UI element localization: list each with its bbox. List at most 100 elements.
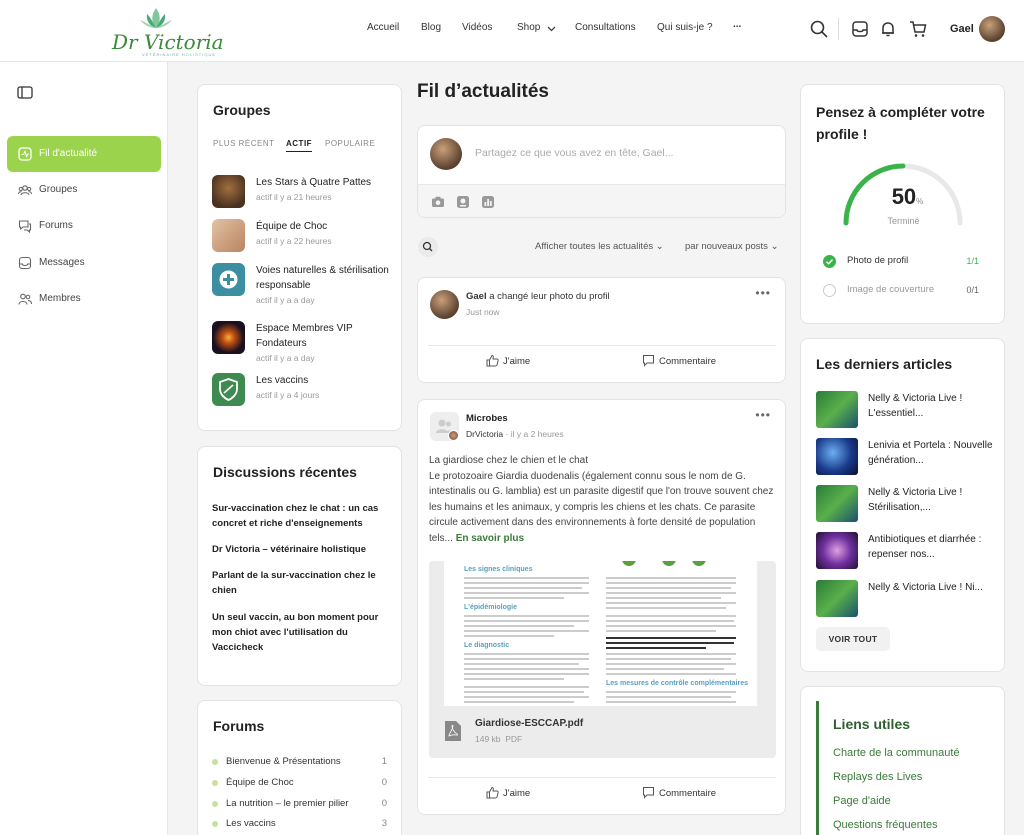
article-title[interactable]: Nelly & Victoria Live ! Ni... <box>868 580 998 595</box>
view-all-button[interactable]: VOIR TOUT <box>816 627 890 651</box>
forum-name[interactable]: Équipe de Choc <box>226 777 364 788</box>
comment-icon <box>643 787 654 799</box>
step-label[interactable]: Photo de profil <box>847 255 908 266</box>
tab-plus-recent[interactable]: PLUS RÉCENT <box>213 139 275 148</box>
sidebar-toggle-icon[interactable] <box>17 86 33 99</box>
chevron-down-icon: ⌄ <box>770 241 779 252</box>
sidebar-item-groupes[interactable]: Groupes <box>7 172 161 208</box>
camera-icon[interactable] <box>431 196 445 208</box>
comment-label: Commentaire <box>659 356 717 367</box>
post-action: a changé leur photo du profil <box>489 291 610 302</box>
post-author[interactable]: DrVictoria <box>466 429 503 439</box>
nav-more[interactable]: ... <box>733 19 741 30</box>
link-charte[interactable]: Charte de la communauté <box>833 747 960 759</box>
article-title[interactable]: Antibiotiques et diarrhée : repenser nos… <box>868 532 998 562</box>
filter-sort-select[interactable]: par nouveaux posts ⌄ <box>685 241 779 252</box>
composer-input[interactable]: Partagez ce que vous avez en tête, Gael.… <box>475 147 673 159</box>
tab-actif[interactable]: ACTIF <box>286 139 313 152</box>
link-replays[interactable]: Replays des Lives <box>833 771 922 783</box>
group-name[interactable]: Les Stars à Quatre Pattes <box>256 175 391 190</box>
article-title[interactable]: Nelly & Victoria Live ! Stérilisation,..… <box>868 485 998 515</box>
nav-qui-suis-je[interactable]: Qui suis-je ? <box>657 22 713 33</box>
step-label[interactable]: Image de couverture <box>847 284 934 295</box>
group-name[interactable]: Espace Membres VIP Fondateurs <box>256 321 391 351</box>
cart-icon[interactable] <box>908 19 928 39</box>
filter-show-select[interactable]: Afficher toutes les actualités ⌄ <box>535 241 664 252</box>
post-composer: Partagez ce que vous avez en tête, Gael.… <box>417 125 786 218</box>
inbox-icon[interactable] <box>850 19 870 39</box>
group-name[interactable]: Équipe de Choc <box>256 219 391 234</box>
site-logo[interactable]: Dr Victoria VÉTÉRINAIRE HOLISTIQUE <box>112 6 224 57</box>
nav-videos[interactable]: Vidéos <box>462 22 492 33</box>
top-bar: Dr Victoria VÉTÉRINAIRE HOLISTIQUE Accue… <box>0 0 1024 62</box>
group-activity: actif il y a 22 heures <box>256 236 332 246</box>
nav-shop[interactable]: Shop <box>517 22 540 33</box>
useful-links-widget: Liens utiles Charte de la communauté Rep… <box>800 686 1005 835</box>
article-title[interactable]: Lenivia et Portela : Nouvelle génération… <box>868 438 998 468</box>
user-name[interactable]: Gael <box>950 23 974 35</box>
logo-text: Dr Victoria <box>112 30 224 54</box>
feed-search-icon[interactable] <box>418 237 438 257</box>
nav-accueil[interactable]: Accueil <box>367 22 399 33</box>
comment-icon <box>643 355 654 367</box>
sidebar-item-messages[interactable]: Messages <box>7 245 161 281</box>
like-label: J'aime <box>503 356 531 367</box>
more-options-icon[interactable]: ••• <box>755 286 771 300</box>
sidebar-item-membres[interactable]: Membres <box>7 281 161 317</box>
pdf-file-icon <box>445 721 461 741</box>
poll-icon[interactable] <box>481 195 495 209</box>
post-time: Just now <box>466 307 500 317</box>
accent-bar <box>816 701 819 835</box>
divider <box>428 345 775 346</box>
group-activity: actif il y a 4 jours <box>256 390 320 400</box>
discussion-link[interactable]: Parlant de la sur-vaccination chez le ch… <box>212 568 387 598</box>
chevron-down-icon[interactable] <box>547 26 556 32</box>
avatar[interactable] <box>430 290 459 319</box>
post-time: · il y a 2 heures <box>505 429 564 439</box>
comment-button[interactable]: Commentaire <box>642 786 716 799</box>
like-button[interactable]: J'aime <box>486 354 530 367</box>
forum-count: 3 <box>381 818 387 829</box>
members-icon <box>18 293 32 305</box>
like-button[interactable]: J'aime <box>486 786 530 799</box>
sidebar-item-forums[interactable]: Forums <box>7 208 161 244</box>
articles-widget: Les derniers articles Nelly & Victoria L… <box>800 338 1005 672</box>
sidebar-item-label: Fil d'actualité <box>39 148 98 159</box>
post-title-line: La giardiose chez le chien et le chat <box>429 455 588 466</box>
discussion-link[interactable]: Un seul vaccin, au bon moment pour mon c… <box>212 610 387 655</box>
comment-button[interactable]: Commentaire <box>642 354 716 367</box>
more-options-icon[interactable]: ••• <box>755 408 771 422</box>
search-icon[interactable] <box>809 19 829 39</box>
post-author[interactable]: Gael <box>466 291 487 302</box>
article-title[interactable]: Nelly & Victoria Live ! L'essentiel... <box>868 391 998 421</box>
forum-name[interactable]: Bienvenue & Présentations <box>226 756 364 767</box>
gif-icon[interactable] <box>456 195 470 209</box>
discussion-link[interactable]: Sur-vaccination chez le chat : un cas co… <box>212 501 387 531</box>
group-activity: actif il y a a day <box>256 295 315 305</box>
page-title: Fil d’actualités <box>417 81 549 102</box>
link-aide[interactable]: Page d'aide <box>833 795 891 807</box>
step-item[interactable] <box>823 255 836 273</box>
divider <box>428 777 775 778</box>
discussion-link[interactable]: Dr Victoria – vétérinaire holistique <box>212 542 387 557</box>
progress-unit: % <box>916 197 924 206</box>
sidebar-item-label: Membres <box>39 293 81 304</box>
forum-name[interactable]: La nutrition – le premier pilier <box>226 798 364 809</box>
nav-blog[interactable]: Blog <box>421 22 441 33</box>
group-name[interactable]: Les vaccins <box>256 373 391 388</box>
user-avatar[interactable] <box>979 16 1005 42</box>
thumbs-up-icon <box>486 786 499 799</box>
nav-consultations[interactable]: Consultations <box>575 22 636 33</box>
post-group-name[interactable]: Microbes <box>466 413 508 424</box>
attachment-card[interactable]: Les signes cliniques L'épidémiologie Le … <box>429 561 776 758</box>
group-name[interactable]: Voies naturelles & stérilisation respons… <box>256 263 391 293</box>
tab-populaire[interactable]: POPULAIRE <box>325 139 375 148</box>
link-faq[interactable]: Questions fréquentes <box>833 819 938 831</box>
attachment-name[interactable]: Giardiose-ESCCAP.pdf <box>475 718 583 729</box>
lotus-logo-icon <box>140 8 172 28</box>
forum-name[interactable]: Les vaccins <box>226 818 364 829</box>
group-avatar <box>212 175 245 208</box>
read-more-link[interactable]: En savoir plus <box>456 533 524 544</box>
sidebar-item-fil-actualite[interactable]: Fil d'actualité <box>7 136 161 172</box>
bell-icon[interactable] <box>878 19 898 39</box>
